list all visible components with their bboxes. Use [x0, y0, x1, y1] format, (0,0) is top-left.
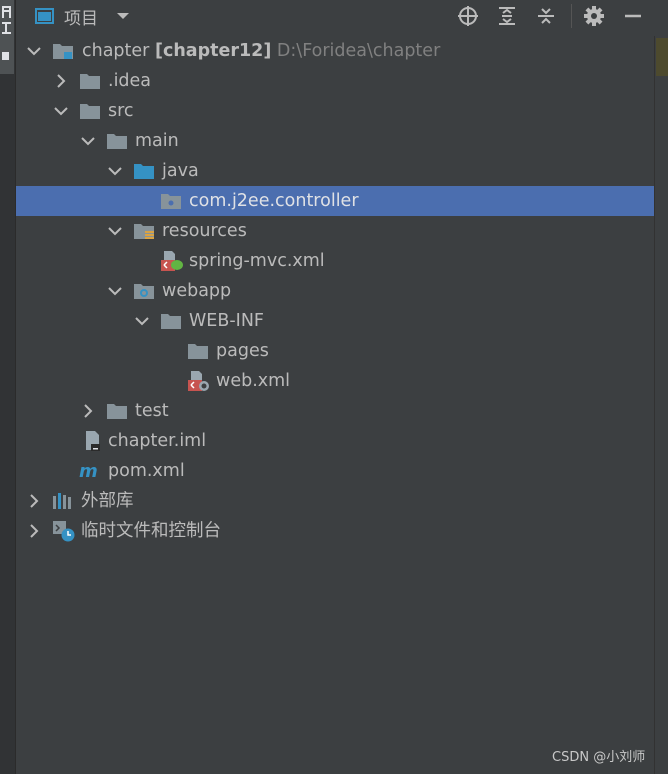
- tree-item-package[interactable]: com.j2ee.controller: [16, 186, 654, 216]
- scratches-clock-icon: [53, 521, 75, 542]
- web-xml-file-icon: [188, 371, 209, 391]
- folder-icon: [107, 134, 127, 149]
- tree-item-label: src: [108, 101, 134, 121]
- chevron-down-icon[interactable]: [108, 224, 122, 238]
- tree-item-label: WEB-INF: [189, 311, 264, 331]
- project-tool-tab[interactable]: [0, 0, 14, 74]
- tree-item-label: resources: [162, 221, 247, 241]
- chevron-down-icon[interactable]: [108, 164, 122, 178]
- tree-item-external-libraries[interactable]: 外部库: [16, 486, 654, 516]
- collapse-all-button[interactable]: [534, 4, 558, 28]
- settings-gear-icon: [584, 6, 604, 26]
- project-tree: chapter [chapter12] D:\Foridea\chapter .…: [16, 36, 654, 546]
- view-selector[interactable]: 项目: [35, 4, 130, 29]
- project-tab-glyph-icon: [2, 6, 11, 34]
- watermark: CSDN @小刘师: [552, 750, 646, 765]
- chevron-right-icon[interactable]: [27, 494, 41, 508]
- tree-item-root[interactable]: chapter [chapter12] D:\Foridea\chapter: [16, 36, 654, 66]
- chevron-down-icon[interactable]: [135, 314, 149, 328]
- tree-item-resources[interactable]: resources: [16, 216, 654, 246]
- chevron-right-icon[interactable]: [27, 524, 41, 538]
- tree-item-label: test: [135, 401, 169, 421]
- chevron-right-icon[interactable]: [81, 404, 95, 418]
- tree-item-chapter-iml[interactable]: chapter.iml: [16, 426, 654, 456]
- tree-item-test[interactable]: test: [16, 396, 654, 426]
- tree-item-src[interactable]: src: [16, 96, 654, 126]
- chevron-down-icon[interactable]: [27, 44, 41, 58]
- collapse-all-icon: [538, 8, 554, 24]
- project-toolbar: 项目: [16, 0, 668, 32]
- folder-icon: [107, 404, 127, 419]
- settings-button[interactable]: [582, 4, 606, 28]
- tree-item-web-xml[interactable]: web.xml: [16, 366, 654, 396]
- tree-item-label: webapp: [162, 281, 232, 301]
- dropdown-caret-icon[interactable]: [116, 11, 130, 21]
- tree-item-java[interactable]: java: [16, 156, 654, 186]
- scroll-stripe[interactable]: [654, 36, 668, 774]
- chevron-down-icon[interactable]: [54, 104, 68, 118]
- svg-text:m: m: [79, 462, 98, 480]
- locate-button[interactable]: [456, 4, 480, 28]
- library-icon: [53, 493, 71, 509]
- tree-item-label: web.xml: [216, 371, 291, 391]
- resources-folder-icon: [134, 224, 154, 239]
- tree-item-spring-mvc[interactable]: spring-mvc.xml: [16, 246, 654, 276]
- web-folder-icon: [134, 284, 154, 299]
- tree-item-label: chapter.iml: [108, 431, 207, 451]
- scroll-marker: [656, 38, 668, 76]
- locate-target-icon: [458, 6, 478, 26]
- chevron-right-icon[interactable]: [54, 74, 68, 88]
- source-folder-icon: [134, 164, 154, 179]
- tree-item-pom[interactable]: m pom.xml: [16, 456, 654, 486]
- tree-item-idea[interactable]: .idea: [16, 66, 654, 96]
- view-title: 项目: [64, 8, 98, 29]
- maven-icon: m: [79, 462, 98, 480]
- tree-item-label: spring-mvc.xml: [189, 251, 325, 271]
- toolbar-separator: [571, 4, 572, 28]
- tree-item-label: java: [162, 161, 199, 181]
- tree-item-label: pom.xml: [108, 461, 185, 481]
- hide-minimize-icon: [625, 14, 641, 18]
- tree-item-label: pages: [216, 341, 269, 361]
- module-folder-icon: [53, 44, 73, 59]
- expand-all-icon: [499, 7, 515, 25]
- tree-item-pages[interactable]: pages: [16, 336, 654, 366]
- chevron-down-icon[interactable]: [108, 284, 122, 298]
- chevron-down-icon[interactable]: [81, 134, 95, 148]
- iml-file-icon: [86, 431, 100, 451]
- folder-icon: [161, 314, 181, 329]
- folder-icon: [188, 344, 208, 359]
- expand-all-button[interactable]: [495, 4, 519, 28]
- hide-button[interactable]: [621, 4, 645, 28]
- tree-item-label: 临时文件和控制台: [81, 521, 221, 541]
- tree-item-main[interactable]: main: [16, 126, 654, 156]
- project-window-icon: [35, 8, 54, 24]
- root-label: chapter [chapter12] D:\Foridea\chapter: [82, 41, 441, 61]
- folder-icon: [80, 104, 100, 119]
- tree-item-webapp[interactable]: webapp: [16, 276, 654, 306]
- left-tool-stripe: [0, 0, 16, 774]
- folder-icon: [80, 74, 100, 89]
- tree-item-scratches[interactable]: 临时文件和控制台: [16, 516, 654, 546]
- tree-item-web-inf[interactable]: WEB-INF: [16, 306, 654, 336]
- tree-item-label: .idea: [108, 71, 152, 91]
- tree-item-label: com.j2ee.controller: [189, 191, 359, 211]
- package-icon: [161, 194, 181, 209]
- stripe-marker: [2, 52, 9, 60]
- tree-item-label: 外部库: [81, 491, 134, 511]
- tree-item-label: main: [135, 131, 179, 151]
- spring-xml-file-icon: [161, 251, 183, 271]
